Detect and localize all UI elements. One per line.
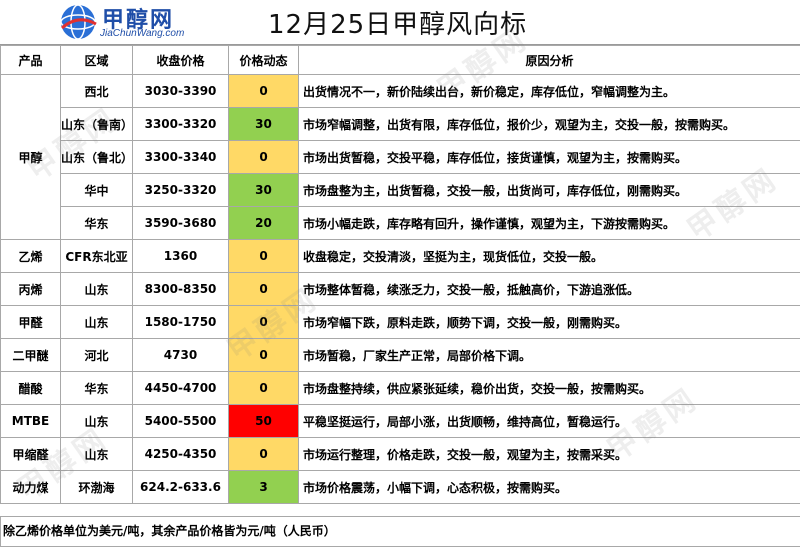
product-cell: 动力煤 xyxy=(0,470,61,504)
region-cell: 华中 xyxy=(60,173,133,207)
region-cell: 西北 xyxy=(60,74,133,108)
logo: 甲醇网 JiaChunWang.com xyxy=(58,2,198,42)
region-cell: 华东 xyxy=(60,206,133,240)
price-cell: 3300-3340 xyxy=(132,140,229,174)
header: 甲醇网 JiaChunWang.com 12月25日甲醇风向标 xyxy=(0,0,800,45)
region-cell: 环渤海 xyxy=(60,470,133,504)
table-row: 二甲醚 河北 4730 0 市场暂稳，厂家生产正常，局部价格下调。 xyxy=(0,338,800,372)
product-cell: 丙烯 xyxy=(0,272,61,306)
price-cell: 4730 xyxy=(132,338,229,372)
table-row: 山东（鲁北） 3300-3340 0 市场出货暂稳，交投平稳，库存低位，接货谨慎… xyxy=(0,140,800,174)
region-cell: 山东（鲁南） xyxy=(60,107,133,141)
analysis-cell: 市场整体暂稳，续涨乏力，交投一般，抵触高价，下游追涨低。 xyxy=(298,272,800,306)
analysis-cell: 市场价格震荡，小幅下调，心态积极，按需购买。 xyxy=(298,470,800,504)
product-cell: 甲醛 xyxy=(0,305,61,339)
analysis-cell: 出货情况不一，新价陆续出台，新价稳定，库存低位，窄幅调整为主。 xyxy=(298,74,800,108)
region-cell: 山东 xyxy=(60,272,133,306)
dynamic-cell: 50 xyxy=(228,404,299,438)
price-cell: 1360 xyxy=(132,239,229,273)
col-header-analysis: 原因分析 xyxy=(298,45,800,75)
analysis-cell: 市场出货暂稳，交投平稳，库存低位，接货谨慎，观望为主，按需购买。 xyxy=(298,140,800,174)
region-cell: 山东（鲁北） xyxy=(60,140,133,174)
price-table: 产品 区域 收盘价格 价格动态 原因分析 甲醇 西北 3030-3390 0 出… xyxy=(0,45,800,504)
analysis-cell: 市场盘整持续，供应紧张延续，稳价出货，交投一般，按需购买。 xyxy=(298,371,800,405)
dynamic-cell: 0 xyxy=(228,239,299,273)
dynamic-cell: 0 xyxy=(228,74,299,108)
product-cell: 甲缩醛 xyxy=(0,437,61,471)
globe-icon xyxy=(60,4,97,40)
dynamic-cell: 3 xyxy=(228,470,299,504)
price-cell: 5400-5500 xyxy=(132,404,229,438)
analysis-cell: 收盘稳定，交投清淡，坚挺为主，现货低位，交投一般。 xyxy=(298,239,800,273)
footer-note: 除乙烯价格单位为美元/吨，其余产品价格皆为元/吨（人民币） xyxy=(0,516,800,547)
price-cell: 8300-8350 xyxy=(132,272,229,306)
product-cell: 乙烯 xyxy=(0,239,61,273)
table-row: 乙烯 CFR东北亚 1360 0 收盘稳定，交投清淡，坚挺为主，现货低位，交投一… xyxy=(0,239,800,273)
dynamic-cell: 30 xyxy=(228,173,299,207)
table-row: 甲缩醛 山东 4250-4350 0 市场运行整理，价格走跌，交投一般，观望为主… xyxy=(0,437,800,471)
product-cell: 甲醇 xyxy=(0,74,61,240)
table-row: 华中 3250-3320 30 市场盘整为主，出货暂稳，交投一般，出货尚可，库存… xyxy=(0,173,800,207)
region-cell: 山东 xyxy=(60,305,133,339)
price-cell: 3250-3320 xyxy=(132,173,229,207)
col-header-region: 区域 xyxy=(60,45,133,75)
product-cell: 醋酸 xyxy=(0,371,61,405)
product-cell: MTBE xyxy=(0,404,61,438)
price-cell: 1580-1750 xyxy=(132,305,229,339)
analysis-cell: 市场暂稳，厂家生产正常，局部价格下调。 xyxy=(298,338,800,372)
table-row: MTBE 山东 5400-5500 50 平稳坚挺运行，局部小涨，出货顺畅，维持… xyxy=(0,404,800,438)
col-header-dynamic: 价格动态 xyxy=(228,45,299,75)
dynamic-cell: 0 xyxy=(228,437,299,471)
dynamic-cell: 20 xyxy=(228,206,299,240)
region-cell: 华东 xyxy=(60,371,133,405)
table-row: 山东（鲁南） 3300-3320 30 市场窄幅调整，出货有限，库存低位，报价少… xyxy=(0,107,800,141)
region-cell: CFR东北亚 xyxy=(60,239,133,273)
page: 甲醇网 JiaChunWang.com 12月25日甲醇风向标 产品 区域 收盘… xyxy=(0,0,800,547)
table-row: 甲醛 山东 1580-1750 0 市场窄幅下跌，原料走跌，顺势下调，交投一般，… xyxy=(0,305,800,339)
table-row: 醋酸 华东 4450-4700 0 市场盘整持续，供应紧张延续，稳价出货，交投一… xyxy=(0,371,800,405)
price-cell: 624.2-633.6 xyxy=(132,470,229,504)
region-cell: 河北 xyxy=(60,338,133,372)
product-cell: 二甲醚 xyxy=(0,338,61,372)
logo-url: JiaChunWang.com xyxy=(100,28,185,39)
col-header-price: 收盘价格 xyxy=(132,45,229,75)
price-cell: 4450-4700 xyxy=(132,371,229,405)
price-cell: 3590-3680 xyxy=(132,206,229,240)
table-row: 华东 3590-3680 20 市场小幅走跌，库存略有回升，操作谨慎，观望为主，… xyxy=(0,206,800,240)
page-title: 12月25日甲醇风向标 xyxy=(268,10,528,40)
price-cell: 4250-4350 xyxy=(132,437,229,471)
price-cell: 3030-3390 xyxy=(132,74,229,108)
table-row: 丙烯 山东 8300-8350 0 市场整体暂稳，续涨乏力，交投一般，抵触高价，… xyxy=(0,272,800,306)
dynamic-cell: 0 xyxy=(228,305,299,339)
analysis-cell: 平稳坚挺运行，局部小涨，出货顺畅，维持高位，暂稳运行。 xyxy=(298,404,800,438)
dynamic-cell: 0 xyxy=(228,371,299,405)
region-cell: 山东 xyxy=(60,437,133,471)
analysis-cell: 市场盘整为主，出货暂稳，交投一般，出货尚可，库存低位，刚需购买。 xyxy=(298,173,800,207)
table-header-row: 产品 区域 收盘价格 价格动态 原因分析 xyxy=(0,45,800,75)
price-cell: 3300-3320 xyxy=(132,107,229,141)
analysis-cell: 市场运行整理，价格走跌，交投一般，观望为主，按需采买。 xyxy=(298,437,800,471)
col-header-product: 产品 xyxy=(0,45,61,75)
analysis-cell: 市场窄幅下跌，原料走跌，顺势下调，交投一般，刚需购买。 xyxy=(298,305,800,339)
analysis-cell: 市场小幅走跌，库存略有回升，操作谨慎，观望为主，下游按需购买。 xyxy=(298,206,800,240)
dynamic-cell: 0 xyxy=(228,272,299,306)
analysis-cell: 市场窄幅调整，出货有限，库存低位，报价少，观望为主，交投一般，按需购买。 xyxy=(298,107,800,141)
dynamic-cell: 30 xyxy=(228,107,299,141)
table-row: 甲醇 西北 3030-3390 0 出货情况不一，新价陆续出台，新价稳定，库存低… xyxy=(0,74,800,240)
dynamic-cell: 0 xyxy=(228,140,299,174)
region-cell: 山东 xyxy=(60,404,133,438)
table-row: 动力煤 环渤海 624.2-633.6 3 市场价格震荡，小幅下调，心态积极，按… xyxy=(0,470,800,504)
dynamic-cell: 0 xyxy=(228,338,299,372)
